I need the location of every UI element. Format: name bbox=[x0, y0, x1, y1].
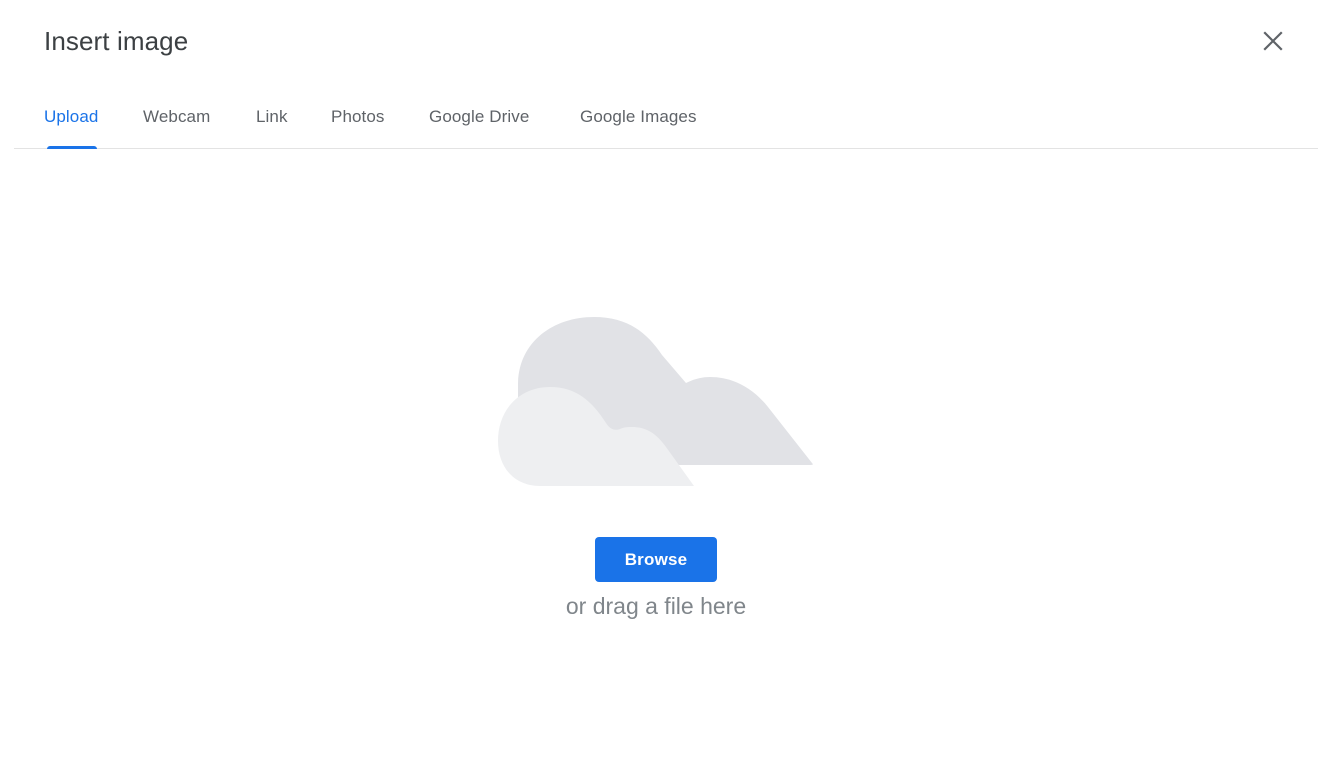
tab-webcam[interactable]: Webcam bbox=[143, 96, 210, 148]
tab-upload[interactable]: Upload bbox=[44, 96, 99, 149]
close-icon bbox=[1263, 31, 1283, 51]
tab-bar: Upload Webcam Link Photos Google Drive G… bbox=[14, 96, 1318, 149]
dialog-title: Insert image bbox=[44, 26, 189, 56]
close-button[interactable] bbox=[1253, 21, 1293, 61]
upload-drop-area[interactable]: Browse or drag a file here bbox=[0, 149, 1332, 758]
tab-label: Webcam bbox=[143, 107, 211, 126]
tab-label: Link bbox=[256, 107, 288, 126]
tab-label: Google Drive bbox=[429, 107, 530, 126]
tab-photos[interactable]: Photos bbox=[331, 96, 385, 148]
browse-button[interactable]: Browse bbox=[595, 537, 717, 582]
drag-hint-text: or drag a file here bbox=[565, 593, 747, 619]
insert-image-dialog: Insert image Upload Webcam Link Photos G… bbox=[0, 0, 1332, 758]
tab-google-drive[interactable]: Google Drive bbox=[429, 96, 529, 148]
tab-link[interactable]: Link bbox=[256, 96, 288, 148]
tab-google-images[interactable]: Google Images bbox=[580, 96, 697, 148]
tab-label: Upload bbox=[44, 107, 99, 126]
cloud-icon bbox=[496, 315, 816, 492]
tab-label: Photos bbox=[331, 107, 385, 126]
tab-label: Google Images bbox=[580, 107, 697, 126]
